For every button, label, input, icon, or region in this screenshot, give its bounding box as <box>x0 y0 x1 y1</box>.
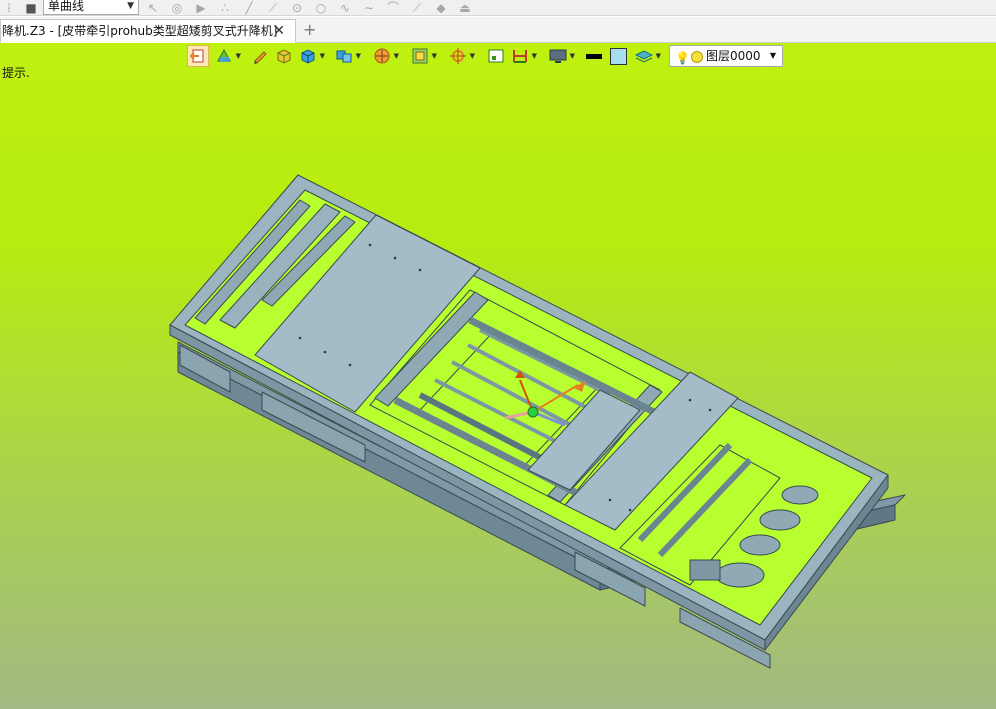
3d-viewport[interactable]: 提示. ▼ ▼ ▼ ▼ ▼ ▼ ▼ ▼ ▼ 💡 图层0000 ▼ <box>0 43 996 709</box>
stop-square-icon[interactable]: ■ <box>24 1 38 15</box>
snap-point-icon[interactable]: ◎ <box>170 1 184 15</box>
document-tab[interactable]: 降机.Z3 - [皮带牵引prohub类型超矮剪叉式升降机] ✕ <box>0 19 296 43</box>
point-cloud-icon[interactable]: ∴ <box>218 1 232 15</box>
circle-icon[interactable]: ○ <box>314 1 328 15</box>
document-tab-label: 降机.Z3 - [皮带牵引prohub类型超矮剪叉式升降机] <box>2 24 278 38</box>
sketch-shape-icon[interactable]: ◆ <box>434 1 448 15</box>
line-icon[interactable]: ╱ <box>242 1 256 15</box>
grip-icon: ⁞ <box>7 1 11 15</box>
curve-type-select[interactable]: 单曲线 ▼ <box>43 0 139 15</box>
new-tab-button[interactable]: + <box>303 20 316 40</box>
spline-icon[interactable]: ∿ <box>338 1 352 15</box>
polyline-icon[interactable]: ⟋ <box>266 1 280 15</box>
offset-line-icon[interactable]: ⟋ <box>410 1 424 15</box>
curve-type-value: 单曲线 <box>48 0 85 13</box>
document-tab-bar: 降机.Z3 - [皮带牵引prohub类型超矮剪叉式升降机] ✕ + <box>0 17 996 43</box>
top-toolbar: ⁞ ■ 单曲线 ▼ ↖ ◎ ▶ ∴ ╱ ⟋ ⊙ ○ ∿ ∼ ⌒ ⟋ ◆ ⏏ <box>0 0 996 16</box>
circle-point-icon[interactable]: ⊙ <box>290 1 304 15</box>
curve-icon[interactable]: ∼ <box>362 1 376 15</box>
close-icon[interactable]: ✕ <box>273 20 285 42</box>
pot-shape-icon[interactable]: ⏏ <box>458 1 472 15</box>
arc-icon[interactable]: ⌒ <box>386 1 400 15</box>
pick-cursor-icon[interactable]: ↖ <box>146 1 160 15</box>
chevron-down-icon: ▼ <box>127 1 134 11</box>
play-icon[interactable]: ▶ <box>194 1 208 15</box>
scissor-lift-model[interactable] <box>0 43 996 709</box>
